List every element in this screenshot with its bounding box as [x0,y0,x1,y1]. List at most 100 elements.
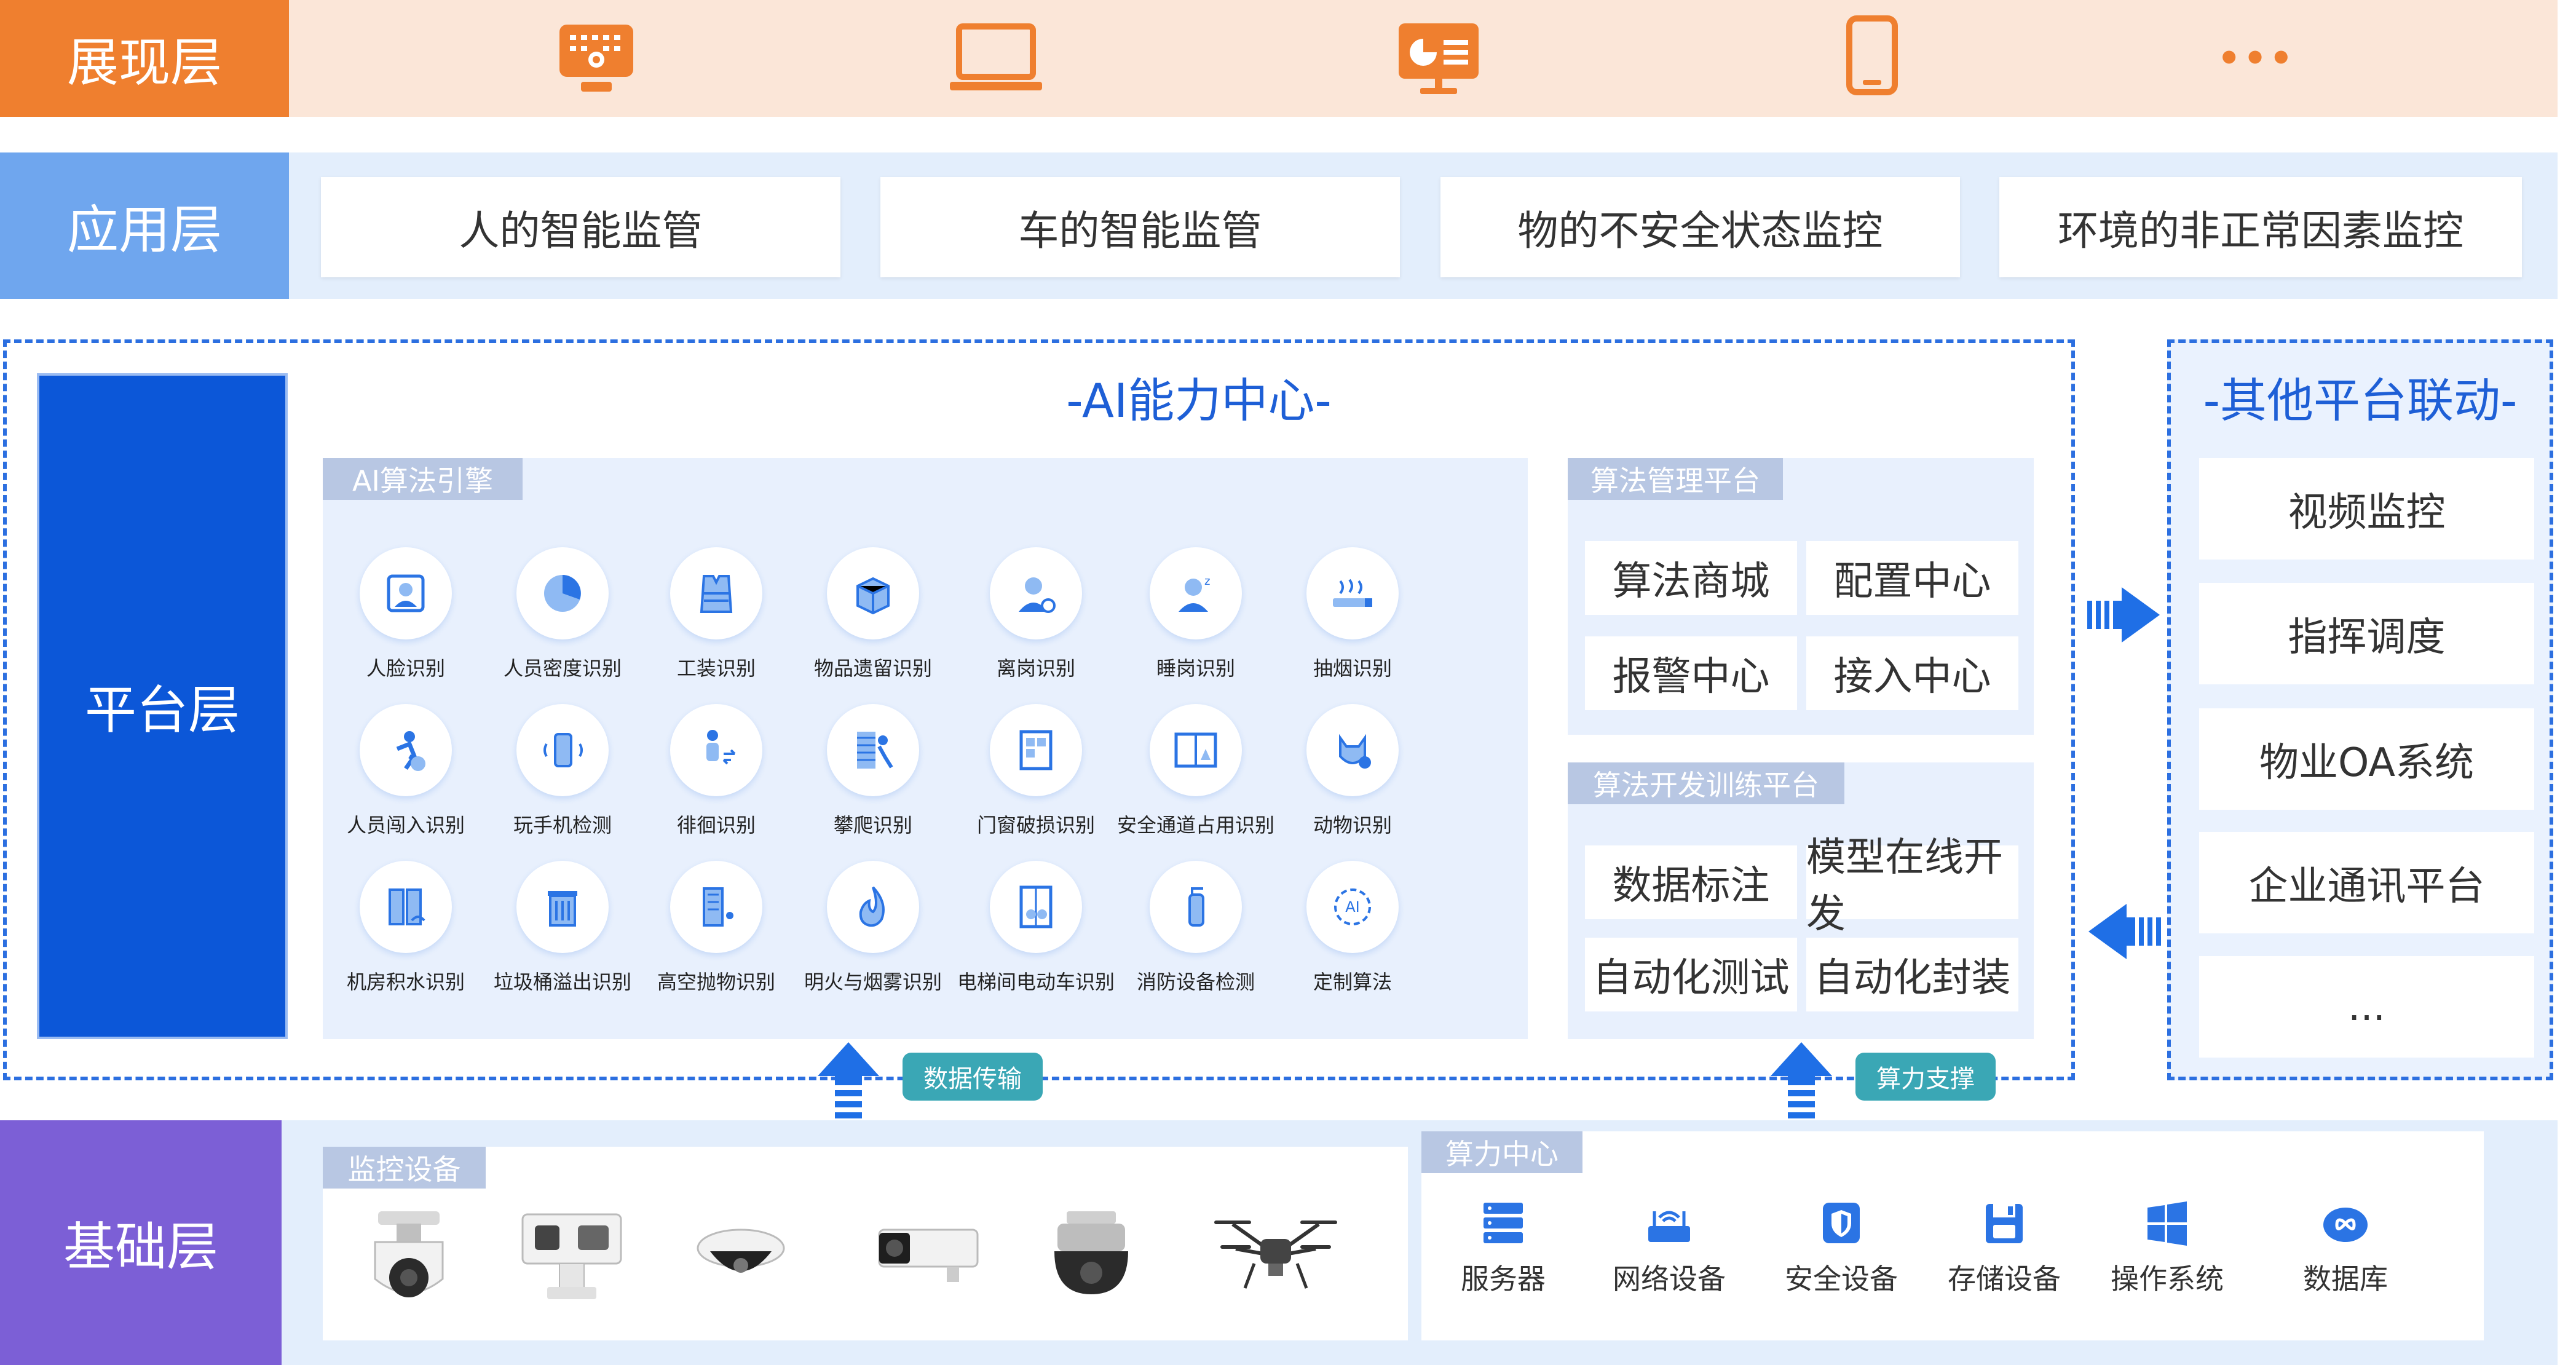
compute-label: 安全设备 [1785,1262,1898,1296]
arrow-left-icon [2087,904,2161,962]
climbing-icon [827,704,919,796]
algo-item-crowd-density: 人员密度识别 [480,547,646,681]
algo-label: 人员密度识别 [503,657,622,680]
algo-label: 安全通道占用识别 [1116,813,1274,837]
database-icon [2321,1199,2370,1251]
monitoring-devices-tag: 监控设备 [323,1147,486,1189]
mobile-phone-icon [1820,15,1924,95]
animal-icon [1306,704,1399,796]
algo-item-animal: 动物识别 [1270,704,1436,838]
algo-item-water-leak: 机房积水识别 [323,861,489,995]
algo-label: 消防设备检测 [1136,970,1255,994]
ai-center-title: -AI能力中心- [1066,373,1332,428]
algo-item-sleeping: z 睡岗识别 [1113,547,1279,681]
other-card-im: 企业通讯平台 [2199,832,2534,933]
algo-item-high-throw: 高空抛物识别 [633,861,799,995]
algo-label: 徘徊识别 [676,813,756,837]
window-damage-icon [990,704,1082,796]
other-card-video: 视频监控 [2199,458,2534,560]
thermal-ptz-camera-icon [510,1208,633,1309]
data-transfer-arrow-icon [818,1042,879,1125]
more-icon: ••• [2217,37,2296,80]
algo-label: 离岗识别 [996,657,1075,680]
trash-overflow-icon [516,861,609,953]
algo-item-climbing: 攀爬识别 [790,704,956,838]
drone-icon [1208,1202,1343,1297]
app-card-object: 物的不安全状态监控 [1440,177,1960,277]
laptop-icon [944,18,1048,98]
compute-label: 数据库 [2303,1262,2388,1296]
algo-item-fire-smoke: 明火与烟雾识别 [790,861,956,995]
svg-text:z: z [1204,575,1210,588]
video-wall-icon [544,18,649,98]
algo-item-passage-blocked: 安全通道占用识别 [1113,704,1279,838]
algo-label: 攀爬识别 [833,813,912,837]
app-card-vehicle: 车的智能监管 [880,177,1400,277]
algo-label: 物品遗留识别 [813,657,932,680]
off-post-icon [990,547,1082,639]
custom-icon: AI [1306,861,1399,953]
loitering-icon [670,704,762,796]
phone-use-icon [516,704,609,796]
algo-item-loitering: 徘徊识别 [633,704,799,838]
algo-item-trash-overflow: 垃圾桶溢出识别 [480,861,646,995]
mgmt-card-alarm: 报警中心 [1585,636,1797,710]
compute-support-pill: 算力支撑 [1855,1053,1996,1101]
storage-device-icon [1980,1199,2029,1251]
foundation-layer-label: 基础层 [0,1120,282,1365]
compute-label: 网络设备 [1613,1262,1726,1296]
algo-label: 工装识别 [676,657,756,680]
app-card-environment: 环境的非正常因素监控 [1999,177,2522,277]
compute-center-tag: 算力中心 [1421,1131,1582,1173]
algo-label: 门窗破损识别 [976,813,1095,837]
algo-item-phone-use: 玩手机检测 [480,704,646,838]
compute-item-server: 服务器 [1432,1199,1574,1297]
algo-label: 电梯间电动车识别 [957,970,1115,994]
algo-item-intrusion: 人员闯入识别 [323,704,489,838]
compute-label: 操作系统 [2111,1262,2224,1296]
train-card-auto-package: 自动化封装 [1806,938,2018,1011]
algo-item-smoking: 抽烟识别 [1270,547,1436,681]
algo-item-fire-equipment: 消防设备检测 [1113,861,1279,995]
algo-label: 机房积水识别 [346,970,465,994]
compute-item-storage-device: 存储设备 [1934,1199,2075,1297]
mgmt-card-access: 接入中心 [1806,636,2018,710]
uniform-icon [670,547,762,639]
train-card-labeling: 数据标注 [1585,845,1797,919]
other-card-more: ... [2199,956,2534,1058]
high-throw-icon [670,861,762,953]
water-leak-icon [360,861,452,953]
algo-item-elevator-ebike: 电梯间电动车识别 [953,861,1119,995]
presentation-layer-label: 展现层 [0,0,289,117]
intrusion-icon [360,704,452,796]
panoramic-camera-icon [1045,1208,1137,1303]
compute-item-network-device: 网络设备 [1598,1199,1740,1297]
network-device-icon [1645,1199,1694,1251]
algo-label: 人员闯入识别 [346,813,465,837]
sleeping-icon: z [1150,547,1242,639]
compute-label: 服务器 [1461,1262,1546,1296]
svg-text:AI: AI [1345,898,1360,916]
other-card-oa: 物业OA系统 [2199,708,2534,810]
compute-support-arrow-icon [1771,1042,1832,1125]
algo-item-off-post: 离岗识别 [953,547,1119,681]
face-icon [360,547,452,639]
algo-item-face: 人脸识别 [323,547,489,681]
security-device-icon [1817,1199,1866,1251]
crowd-density-icon [516,547,609,639]
other-card-dispatch: 指挥调度 [2199,583,2534,684]
algorithm-management-tag: 算法管理平台 [1568,458,1783,500]
arrow-right-icon [2087,587,2161,645]
ai-engine-tag: AI算法引擎 [323,458,523,500]
train-card-auto-test: 自动化测试 [1585,938,1797,1011]
algo-label: 抽烟识别 [1313,657,1392,680]
algo-item-window-damage: 门窗破损识别 [953,704,1119,838]
data-transfer-pill: 数据传输 [903,1053,1043,1101]
passage-blocked-icon [1150,704,1242,796]
algo-label: 高空抛物识别 [657,970,775,994]
app-card-person: 人的智能监管 [321,177,840,277]
algo-label: 玩手机检测 [513,813,612,837]
operating-system-icon [2143,1199,2192,1251]
algo-item-custom: AI 定制算法 [1270,861,1436,995]
mgmt-card-config: 配置中心 [1806,541,2018,615]
